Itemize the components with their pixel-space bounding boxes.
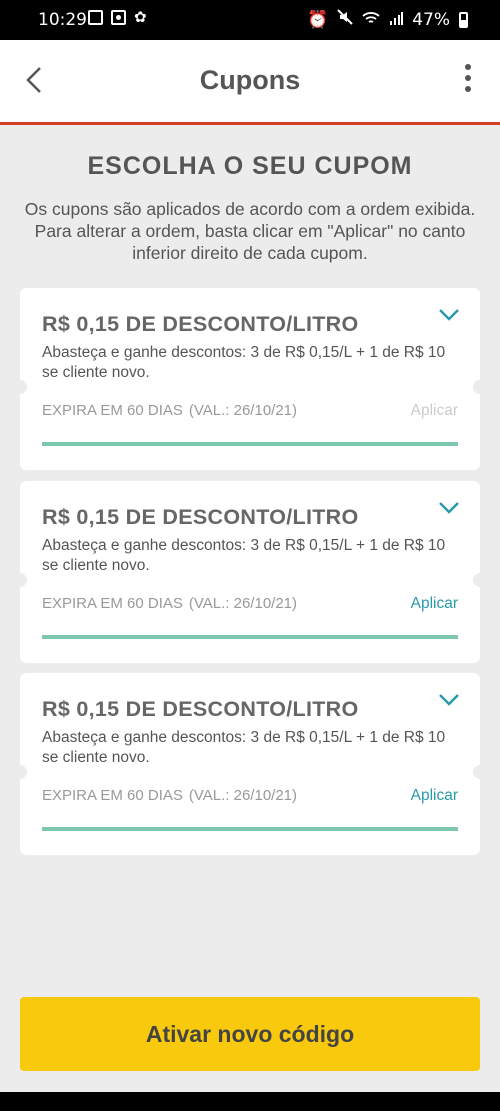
coupon-expiry: EXPIRA EM 60 DIAS (VAL.: 26/10/21)	[42, 595, 297, 612]
coupon-expiry: EXPIRA EM 60 DIAS (VAL.: 26/10/21)	[42, 787, 297, 804]
card-notch-right	[473, 380, 480, 394]
status-right: ⏰ 47%	[307, 9, 468, 30]
app-bar: Cupons	[0, 40, 500, 125]
more-vertical-icon	[456, 64, 480, 92]
apply-button[interactable]: Aplicar	[411, 787, 458, 805]
card-notch-right	[473, 765, 480, 779]
coupon-progress-fill	[42, 827, 458, 831]
coupon-expiry-label: EXPIRA EM 60 DIAS	[42, 595, 183, 612]
coupon-progress-bar	[42, 442, 458, 446]
chevron-down-icon[interactable]	[438, 308, 460, 322]
notification-settings-icon: ✿	[134, 8, 147, 26]
coupon-description: Abasteça e ganhe descontos: 3 de R$ 0,15…	[42, 344, 446, 381]
wifi-icon	[362, 10, 380, 30]
signal-icon	[389, 10, 404, 30]
notification-icons: ✿	[88, 10, 147, 25]
coupon-validity: (VAL.: 26/10/21)	[188, 402, 298, 419]
coupon-validity: (VAL.: 26/10/21)	[188, 595, 298, 612]
coupon-progress-fill	[42, 635, 458, 639]
mute-icon	[337, 9, 353, 30]
battery-percent: 47%	[412, 9, 450, 30]
coupon-card: R$ 0,15 DE DESCONTO/LITRO Abasteça e gan…	[20, 288, 480, 470]
card-notch-left	[20, 765, 27, 779]
card-notch-left	[20, 380, 27, 394]
chevron-down-icon[interactable]	[438, 501, 460, 515]
battery-icon	[459, 11, 468, 28]
coupon-description: Abasteça e ganhe descontos: 3 de R$ 0,15…	[42, 537, 446, 574]
notification-app-icon	[88, 10, 103, 25]
system-nav-bar	[0, 1092, 500, 1111]
coupon-title: R$ 0,15 DE DESCONTO/LITRO	[42, 312, 359, 336]
coupon-expiry-label: EXPIRA EM 60 DIAS	[42, 787, 183, 804]
chevron-down-icon[interactable]	[438, 693, 460, 707]
more-menu-button[interactable]	[456, 64, 480, 98]
notification-media-icon	[111, 10, 126, 25]
apply-button[interactable]: Aplicar	[411, 595, 458, 613]
activate-code-button[interactable]: Ativar novo código	[20, 997, 480, 1071]
coupon-progress-fill	[42, 442, 458, 446]
status-bar: 10:29 ✿ ⏰ 47%	[0, 0, 500, 40]
coupon-progress-bar	[42, 635, 458, 639]
alarm-icon: ⏰	[307, 9, 329, 30]
section-heading: ESCOLHA O SEU CUPOM	[87, 152, 413, 180]
coupon-title: R$ 0,15 DE DESCONTO/LITRO	[42, 505, 359, 529]
coupon-description: Abasteça e ganhe descontos: 3 de R$ 0,15…	[42, 729, 446, 766]
card-notch-left	[20, 573, 27, 587]
coupon-title: R$ 0,15 DE DESCONTO/LITRO	[42, 697, 359, 721]
coupon-card: R$ 0,15 DE DESCONTO/LITRO Abasteça e gan…	[20, 673, 480, 855]
coupon-card: R$ 0,15 DE DESCONTO/LITRO Abasteça e gan…	[20, 481, 480, 663]
page-title: Cupons	[199, 65, 301, 95]
card-notch-right	[473, 573, 480, 587]
apply-button[interactable]: Aplicar	[411, 402, 458, 420]
section-description: Os cupons são aplicados de acordo com a …	[24, 199, 476, 263]
coupon-progress-bar	[42, 827, 458, 831]
coupon-expiry-label: EXPIRA EM 60 DIAS	[42, 402, 183, 419]
status-time: 10:29	[38, 10, 87, 30]
coupon-expiry: EXPIRA EM 60 DIAS (VAL.: 26/10/21)	[42, 402, 297, 419]
coupon-validity: (VAL.: 26/10/21)	[188, 787, 298, 804]
